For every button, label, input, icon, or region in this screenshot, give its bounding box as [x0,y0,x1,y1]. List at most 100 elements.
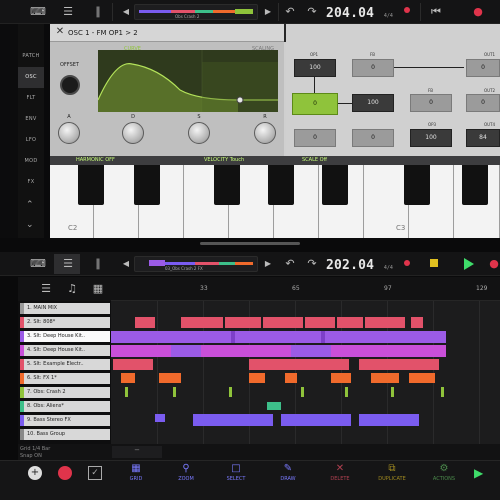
op1-box[interactable]: 100 [294,59,336,77]
black-key[interactable] [214,165,240,205]
knob-label-s: S [197,114,201,120]
tool-select[interactable]: □ SELECT [216,463,256,482]
black-key[interactable] [404,165,430,205]
track-header[interactable]: 2. Slt: 808* [20,317,110,328]
sidebar-item-osc[interactable]: OSC [18,67,44,88]
scale-select[interactable]: SCALE Off [302,157,327,163]
osc-title: OSC 1 - FM OP1 > 2 [68,29,138,37]
close-icon[interactable]: ✕ [54,26,66,38]
attack-knob[interactable] [58,122,80,144]
op2-box-selected[interactable]: 0 [292,93,338,115]
black-key[interactable] [268,165,294,205]
record-button[interactable]: ● [470,4,486,20]
track-selector[interactable]: Obs Crash 2 [134,4,258,20]
black-key[interactable] [134,165,160,205]
next-track-icon[interactable]: ▶ [260,256,276,272]
out4-box[interactable]: 84 [466,129,500,147]
scroll-down-icon[interactable]: ⌄ [26,220,34,230]
bars-icon[interactable]: ∥ [90,256,106,272]
scroll-up-icon[interactable]: ⌃ [26,200,34,210]
metronome-icon[interactable] [430,259,438,267]
track-header[interactable]: 10. Bass Group [20,429,110,440]
track-header[interactable]: 7. Obs: Crash 2 [20,387,110,398]
out2-box[interactable]: 0 [466,94,500,112]
keyboard-icon[interactable]: ⌨ [30,256,46,272]
black-key[interactable] [322,165,348,205]
mixer-icon[interactable]: ☰ [60,256,76,272]
add-track-button[interactable]: + [28,466,42,480]
velocity-select[interactable]: VELOCITY Touch [204,157,244,163]
redo-icon[interactable]: ↷ [304,4,320,20]
ruler-mark: 65 [292,285,300,292]
record-button[interactable]: ● [486,256,500,272]
out1-label: OUT1 [484,52,496,57]
more-icon[interactable]: ▶ [474,466,494,486]
track-selector[interactable]: 03_Obs Crash 2 FX [134,256,258,272]
track-header[interactable]: 1. MAIN MIX [20,303,110,314]
decay-knob[interactable] [122,122,144,144]
sidebar-item-lfo[interactable]: LFO [18,130,44,151]
track-selector-label: Obs Crash 2 [175,14,200,19]
tempo-display[interactable]: 204.04 4/4 [326,2,393,22]
sustain-knob[interactable] [188,122,210,144]
clip-layer[interactable] [111,301,500,444]
black-key[interactable] [462,165,488,205]
track-header[interactable]: 8. Obs: Aliens* [20,401,110,412]
fb-top-box[interactable]: 0 [352,59,394,77]
tool-grid[interactable]: ▦ GRID [116,463,156,482]
sidebar-item-fx[interactable]: FX [18,172,44,193]
tool-duplicate[interactable]: ⧉ DUPLICATE [372,463,412,482]
bot2-box[interactable]: 0 [352,129,394,147]
bars-icon[interactable]: ∥ [90,4,106,20]
op-mid-box[interactable]: 100 [352,94,394,112]
split-handle[interactable] [200,242,300,245]
list-icon[interactable]: ☰ [38,281,54,297]
sidebar-item-patch[interactable]: PATCH [18,46,44,67]
redo-icon[interactable]: ↷ [304,256,320,272]
out3-box[interactable]: 0 [294,129,336,147]
calendar-icon[interactable]: ▦ [90,281,106,297]
sidebar-item-flt[interactable]: FLT [18,88,44,109]
track-header[interactable]: 9. Bass Stereo FX [20,415,110,426]
tool-zoom-label: ZOOM [178,476,194,482]
sidebar-item-mod[interactable]: MOD [18,151,44,172]
tool-actions[interactable]: ⚙ ACTIONS [424,463,464,482]
keyboard-icon[interactable]: ⌨ [30,4,46,20]
stop-button[interactable] [58,466,72,480]
edit-icon[interactable]: ✓ [88,466,102,480]
tool-zoom[interactable]: ⚲ ZOOM [166,463,206,482]
mixer-icon[interactable]: ☰ [60,4,76,20]
tool-select-label: SELECT [226,476,246,482]
envelope-curve[interactable] [98,50,278,112]
op3-box[interactable]: 100 [410,129,452,147]
out4-label: OUT4 [484,122,496,127]
next-track-icon[interactable]: ▶ [260,4,276,20]
tempo-signature: 4/4 [383,13,393,19]
fb-top-label: FB [370,52,376,57]
track-header[interactable]: 3. Slt: Deep House Kit.. [20,331,110,342]
undo-icon[interactable]: ↶ [282,256,298,272]
out1-box[interactable]: 0 [466,59,500,77]
fb-mid-box[interactable]: 0 [410,94,452,112]
track-header[interactable]: 6. Slt: FX 1* [20,373,110,384]
prev-track-icon[interactable]: ◀ [118,4,134,20]
ruler-mark: 129 [476,285,488,292]
timeline-ruler[interactable] [111,277,500,301]
prev-track-icon[interactable]: ◀ [118,256,134,272]
skip-back-icon[interactable]: ⏮ [428,4,444,20]
harmonic-toggle[interactable]: HARMONIC OFF [76,157,115,163]
knob-label-a: A [67,114,71,120]
tool-draw[interactable]: ✎ DRAW [268,463,308,482]
black-key[interactable] [78,165,104,205]
track-header[interactable]: 4. Slt: Deep House Kit.. [20,345,110,356]
collapse-icon[interactable]: − [112,446,162,458]
offset-knob[interactable] [60,75,80,95]
track-header[interactable]: 5. Slt: Example Electr.. [20,359,110,370]
play-button[interactable] [464,258,474,270]
tempo-display[interactable]: 202.04 4/4 [326,254,393,274]
sidebar-item-env[interactable]: ENV [18,109,44,130]
undo-icon[interactable]: ↶ [282,4,298,20]
music-note-icon[interactable]: ♫ [64,281,80,297]
tool-delete[interactable]: ✕ DELETE [320,463,360,482]
release-knob[interactable] [254,122,276,144]
